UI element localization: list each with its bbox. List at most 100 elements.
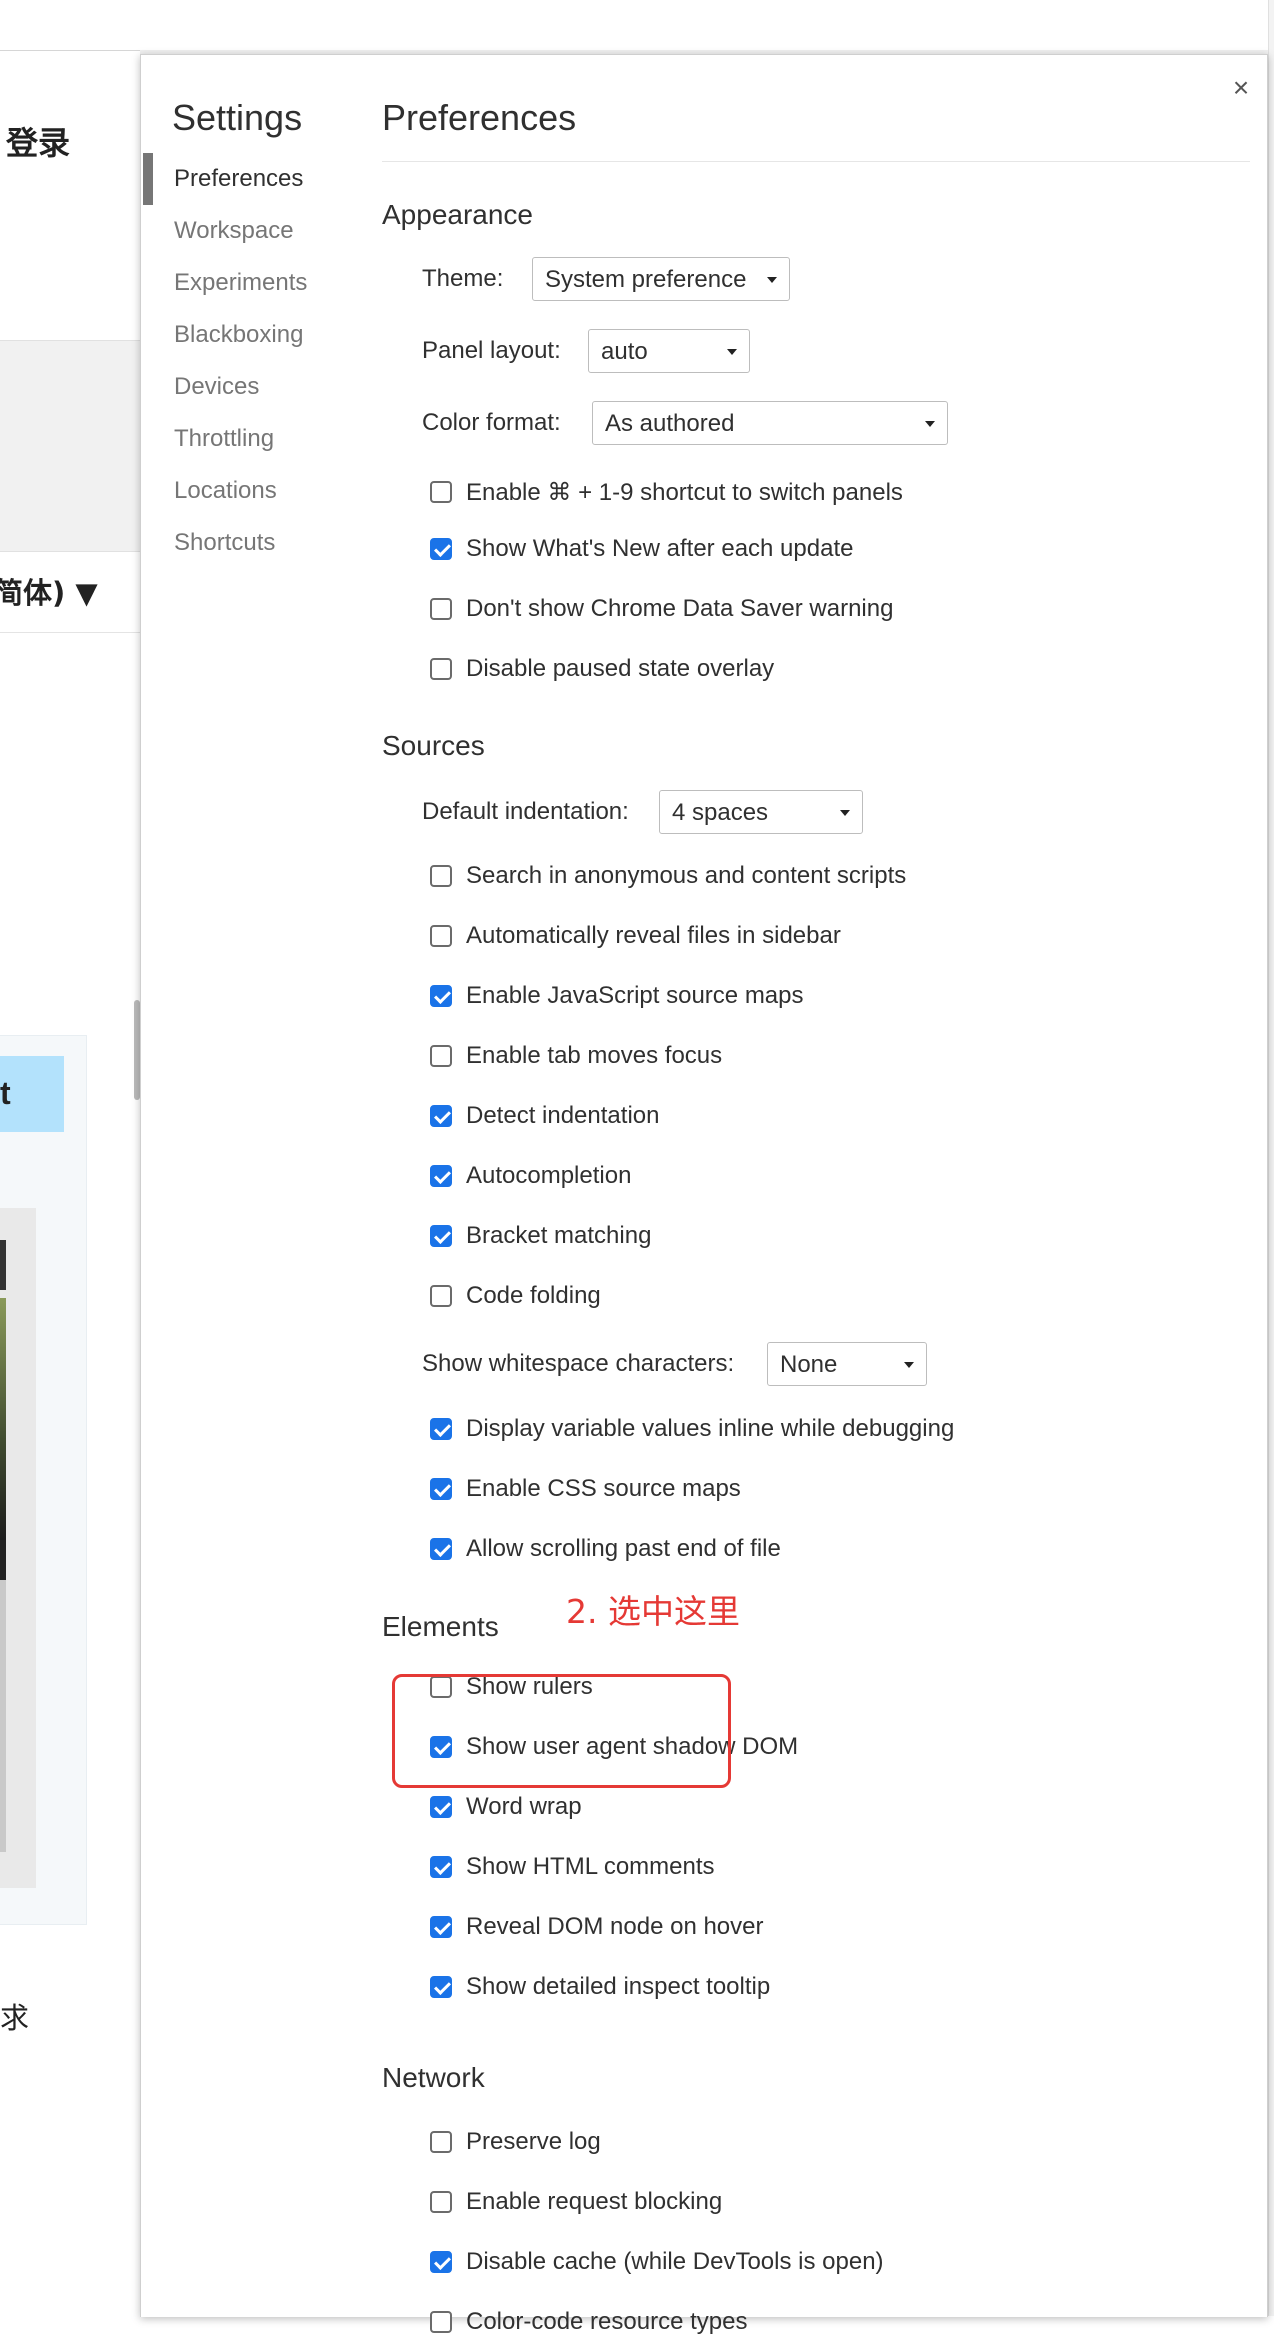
checkbox-unchecked[interactable] <box>430 2191 452 2213</box>
chevron-down-icon <box>840 810 850 816</box>
settings-sidebar: Preferences Workspace Experiments Blackb… <box>141 153 341 569</box>
checkbox-row[interactable]: Display variable values inline while deb… <box>430 1409 954 1449</box>
theme-select-value: System preference <box>545 266 747 293</box>
page-top-divider <box>0 50 140 51</box>
section-heading-network: Network <box>382 2062 485 2093</box>
checkbox-row[interactable]: Word wrap <box>430 1787 582 1827</box>
checkbox-row[interactable]: Enable request blocking <box>430 2182 722 2222</box>
section-heading-appearance: Appearance <box>382 199 534 230</box>
checkbox-label: Enable request blocking <box>466 2188 723 2215</box>
panel-layout-select[interactable]: auto <box>588 329 750 373</box>
checkbox-unchecked[interactable] <box>430 925 452 947</box>
annotation-highlight-box <box>392 1674 731 1788</box>
checkbox-label: Search in anonymous and content scripts <box>466 862 907 889</box>
card-header-text: t <box>0 1075 11 1111</box>
theme-label: Theme: <box>422 265 504 292</box>
sidebar-item-workspace[interactable]: Workspace <box>141 205 341 257</box>
checkbox-label: Show What's New after each update <box>466 535 854 562</box>
checkbox-checked[interactable] <box>430 1976 452 1998</box>
checkbox-checked[interactable] <box>430 1225 452 1247</box>
checkbox-label: Disable paused state overlay <box>466 655 775 682</box>
checkbox-row[interactable]: Don't show Chrome Data Saver warning <box>430 589 893 629</box>
checkbox-row[interactable]: Enable ⌘ + 1-9 shortcut to switch panels <box>430 472 903 512</box>
sidebar-item-devices[interactable]: Devices <box>141 361 341 413</box>
indentation-select[interactable]: 4 spaces <box>659 790 863 834</box>
checkbox-checked[interactable] <box>430 1916 452 1938</box>
checkbox-row[interactable]: Detect indentation <box>430 1096 659 1136</box>
checkbox-unchecked[interactable] <box>430 658 452 680</box>
checkbox-checked[interactable] <box>430 1796 452 1818</box>
checkbox-row[interactable]: Bracket matching <box>430 1216 651 1256</box>
checkbox-checked[interactable] <box>430 538 452 560</box>
checkbox-unchecked[interactable] <box>430 865 452 887</box>
checkbox-label: Enable JavaScript source maps <box>466 982 804 1009</box>
checkbox-row[interactable]: Color-code resource types <box>430 2302 747 2342</box>
checkbox-row[interactable]: Show What's New after each update <box>430 529 853 569</box>
checkbox-unchecked[interactable] <box>430 481 452 503</box>
checkbox-row[interactable]: Disable paused state overlay <box>430 649 774 689</box>
devtools-right-edge <box>1268 0 1274 2316</box>
indentation-select-value: 4 spaces <box>672 799 769 826</box>
checkbox-checked[interactable] <box>430 1105 452 1127</box>
checkbox-checked[interactable] <box>430 985 452 1007</box>
language-selector[interactable]: 简体) ▼ <box>0 570 98 612</box>
color-format-setting: Color format: As authored <box>422 400 948 446</box>
chevron-down-icon <box>767 277 777 283</box>
login-link[interactable]: 登录 <box>6 118 70 164</box>
sidebar-item-experiments[interactable]: Experiments <box>141 257 341 309</box>
theme-select[interactable]: System preference <box>532 257 790 301</box>
checkbox-row[interactable]: Show HTML comments <box>430 1847 715 1887</box>
checkbox-unchecked[interactable] <box>430 1285 452 1307</box>
checkbox-checked[interactable] <box>430 1478 452 1500</box>
checkbox-unchecked[interactable] <box>430 2311 452 2333</box>
checkbox-row[interactable]: Preserve log <box>430 2122 601 2162</box>
color-format-select[interactable]: As authored <box>592 401 948 445</box>
checkbox-row[interactable]: Allow scrolling past end of file <box>430 1529 781 1569</box>
checkbox-checked[interactable] <box>430 1418 452 1440</box>
checkbox-label: Bracket matching <box>466 1222 652 1249</box>
checkbox-label: Enable tab moves focus <box>466 1042 723 1069</box>
whitespace-label: Show whitespace characters: <box>422 1350 735 1377</box>
whitespace-select-value: None <box>780 1351 838 1378</box>
indentation-label: Default indentation: <box>422 798 629 825</box>
checkbox-row[interactable]: Enable tab moves focus <box>430 1036 722 1076</box>
checkbox-checked[interactable] <box>430 1538 452 1560</box>
checkbox-unchecked[interactable] <box>430 1045 452 1067</box>
theme-setting: Theme: System preference <box>422 256 790 302</box>
checkbox-row[interactable]: Autocompletion <box>430 1156 631 1196</box>
checkbox-row[interactable]: Enable JavaScript source maps <box>430 976 804 1016</box>
checkbox-label: Show HTML comments <box>466 1853 715 1880</box>
checkbox-label: Display variable values inline while deb… <box>466 1415 955 1442</box>
sidebar-item-throttling[interactable]: Throttling <box>141 413 341 465</box>
checkbox-label: Enable ⌘ + 1-9 shortcut to switch panels <box>466 478 903 506</box>
checkbox-unchecked[interactable] <box>430 598 452 620</box>
card-image <box>0 1298 6 1540</box>
checkbox-label: Enable CSS source maps <box>466 1475 741 1502</box>
checkbox-label: Color-code resource types <box>466 2308 748 2335</box>
checkbox-label: Automatically reveal files in sidebar <box>466 922 841 949</box>
sidebar-item-locations[interactable]: Locations <box>141 465 341 517</box>
checkbox-row[interactable]: Show detailed inspect tooltip <box>430 1967 770 2007</box>
checkbox-checked[interactable] <box>430 1165 452 1187</box>
section-heading-sources: Sources <box>382 730 485 761</box>
checkbox-row[interactable]: Reveal DOM node on hover <box>430 1907 764 1947</box>
checkbox-row[interactable]: Search in anonymous and content scripts <box>430 856 906 896</box>
checkbox-label: Code folding <box>466 1282 601 1309</box>
panel-layout-label: Panel layout: <box>422 337 561 364</box>
checkbox-row[interactable]: Automatically reveal files in sidebar <box>430 916 841 956</box>
whitespace-select[interactable]: None <box>767 1342 927 1386</box>
page-text-fragment: 求 <box>0 2001 30 2035</box>
checkbox-row[interactable]: Enable CSS source maps <box>430 1469 741 1509</box>
checkbox-row[interactable]: Code folding <box>430 1276 601 1316</box>
checkbox-unchecked[interactable] <box>430 2131 452 2153</box>
checkbox-label: Reveal DOM node on hover <box>466 1913 764 1940</box>
sidebar-item-blackboxing[interactable]: Blackboxing <box>141 309 341 361</box>
checkbox-label: Disable cache (while DevTools is open) <box>466 2248 884 2275</box>
color-format-label: Color format: <box>422 409 561 436</box>
checkbox-checked[interactable] <box>430 2251 452 2273</box>
sidebar-item-shortcuts[interactable]: Shortcuts <box>141 517 341 569</box>
checkbox-checked[interactable] <box>430 1856 452 1878</box>
sidebar-item-preferences[interactable]: Preferences <box>141 153 341 205</box>
checkbox-row[interactable]: Disable cache (while DevTools is open) <box>430 2242 884 2282</box>
close-icon[interactable]: × <box>1224 71 1258 105</box>
